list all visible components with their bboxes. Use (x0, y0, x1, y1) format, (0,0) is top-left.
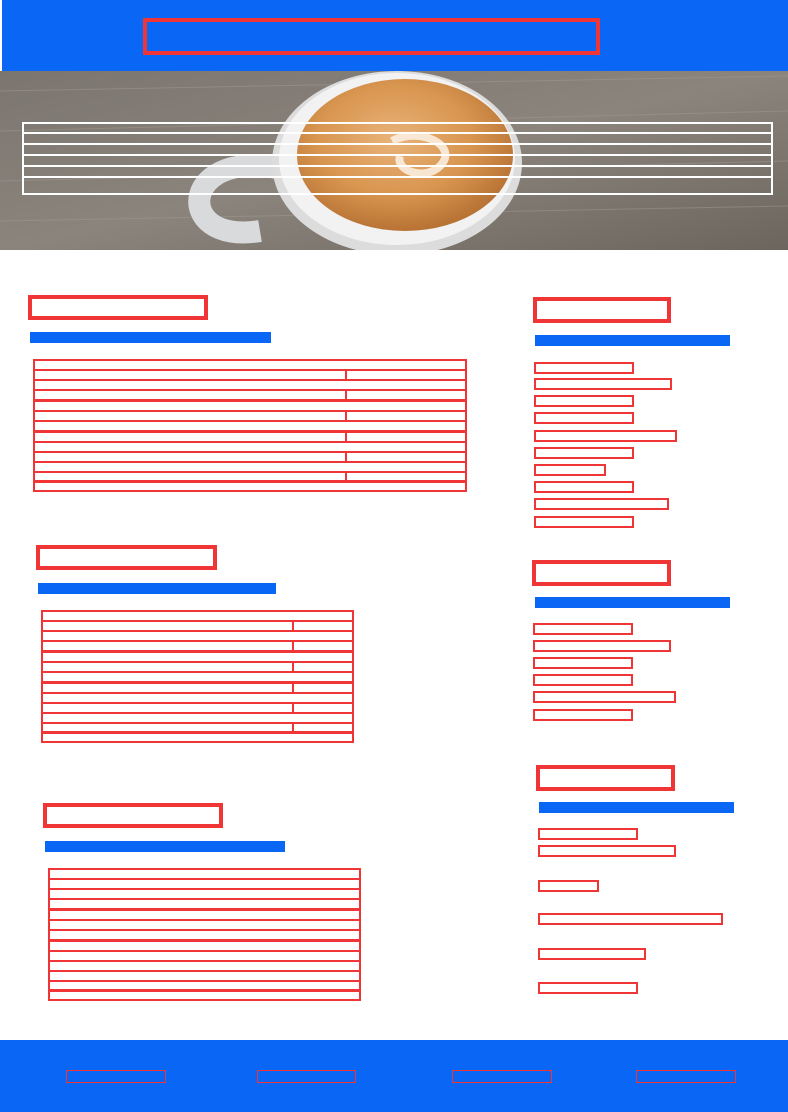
section-title (28, 295, 208, 320)
footer-link[interactable] (636, 1070, 736, 1083)
sidebar-link[interactable] (534, 395, 634, 407)
hero-overlay-line (22, 165, 773, 167)
section-title (36, 545, 217, 570)
footer-link[interactable] (66, 1070, 166, 1083)
sidebar-link[interactable] (534, 481, 634, 493)
table-row (33, 480, 467, 492)
section-subtitle-bar (30, 332, 271, 343)
price-table (33, 359, 467, 492)
sidebar-link[interactable] (533, 691, 676, 703)
sidebar-link[interactable] (533, 640, 671, 652)
sidebar-link[interactable] (534, 516, 634, 528)
sidebar-subtitle-bar (539, 802, 734, 813)
hero-overlay-line (22, 132, 773, 134)
contact-line (538, 845, 676, 857)
sidebar-link[interactable] (533, 657, 633, 669)
sidebar-link[interactable] (534, 430, 677, 442)
sidebar-link[interactable] (534, 498, 669, 510)
sidebar-link[interactable] (533, 674, 633, 686)
hero-overlay-line (22, 154, 773, 156)
section-title (43, 803, 223, 828)
contact-line (538, 880, 599, 892)
sidebar-link[interactable] (533, 623, 633, 635)
sidebar-link[interactable] (534, 447, 634, 459)
sidebar-section-title (532, 560, 671, 586)
sidebar-subtitle-bar (535, 335, 730, 346)
hero-image (0, 71, 788, 250)
price-table (41, 610, 354, 743)
section-subtitle-bar (45, 841, 285, 852)
contact-line (538, 982, 638, 994)
contact-line (538, 948, 646, 960)
footer-link[interactable] (452, 1070, 552, 1083)
sidebar-link[interactable] (534, 412, 634, 424)
sidebar-link[interactable] (533, 709, 633, 721)
hero-overlay-line (22, 143, 773, 145)
hero-overlay-line (22, 176, 773, 178)
sidebar-link[interactable] (534, 362, 634, 374)
sidebar-section-title (536, 765, 675, 791)
sidebar-link[interactable] (534, 464, 606, 476)
sidebar-link[interactable] (534, 378, 672, 390)
sidebar-subtitle-bar (535, 597, 730, 608)
table-row (48, 989, 361, 1001)
contact-line (538, 828, 638, 840)
footer-link[interactable] (257, 1070, 356, 1083)
table-row (41, 731, 354, 743)
price-table (48, 868, 361, 1001)
site-title (143, 18, 600, 55)
contact-line[interactable] (538, 913, 723, 925)
section-subtitle-bar (38, 583, 276, 594)
sidebar-section-title (533, 297, 671, 323)
